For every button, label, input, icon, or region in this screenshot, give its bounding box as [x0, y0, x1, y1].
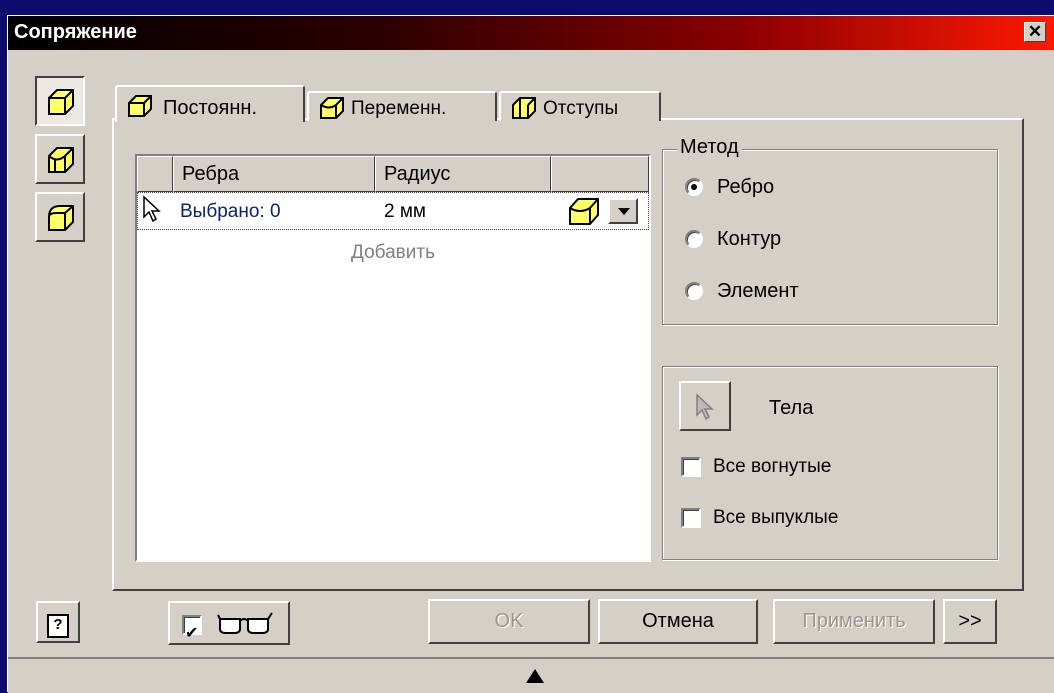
expand-strip[interactable] [8, 657, 1054, 693]
full-round-fillet-mode-button[interactable] [35, 192, 85, 242]
dialog-title: Сопряжение [14, 21, 137, 43]
constant-fillet-icon [128, 95, 152, 117]
method-option-feature-label: Элемент [717, 280, 799, 302]
title-bar[interactable]: Сопряжение ✕ [8, 16, 1054, 50]
close-button[interactable]: ✕ [1024, 22, 1046, 42]
help-button[interactable]: ? [36, 601, 80, 643]
more-options-button[interactable]: >> [943, 599, 997, 644]
face-fillet-mode-button[interactable] [35, 134, 85, 184]
setback-fillet-icon [512, 97, 536, 119]
cursor-arrow-icon [143, 195, 161, 223]
help-icon: ? [47, 614, 69, 638]
tab-setbacks-label: Отступы [543, 98, 619, 119]
all-concave-label: Все вогнутые [713, 456, 832, 477]
table-header-extra [551, 156, 649, 192]
tab-variable[interactable]: Переменн. [307, 91, 497, 121]
select-arrow-icon [696, 393, 714, 421]
radio-edge[interactable] [685, 178, 703, 196]
edges-radius-table[interactable]: Ребра Радиус Выбрано: 0 2 мм Добавить [135, 154, 651, 562]
bodies-label: Тела [769, 397, 814, 419]
expand-up-arrow-icon[interactable] [526, 669, 544, 683]
method-legend: Метод [677, 136, 742, 159]
table-header-edges[interactable]: Ребра [173, 156, 375, 192]
fillet-dialog: Сопряжение ✕ Постоянн. Переменн. Отступы… [7, 15, 1054, 693]
variable-fillet-icon [320, 97, 344, 119]
tab-constant-label: Постоянн. [163, 97, 258, 119]
bodies-group: Тела Все вогнутые Все выпуклые [662, 366, 998, 560]
all-concave-checkbox[interactable] [681, 457, 701, 477]
tab-constant[interactable]: Постоянн. [115, 85, 305, 122]
apply-button[interactable]: Применить [773, 599, 935, 644]
chevron-down-icon [618, 208, 630, 215]
tab-variable-label: Переменн. [351, 98, 447, 119]
radio-contour[interactable] [685, 230, 703, 248]
edges-selected-count[interactable]: Выбрано: 0 [180, 201, 281, 223]
radius-value[interactable]: 2 мм [384, 201, 426, 223]
table-header-select [137, 156, 173, 192]
table-header-radius[interactable]: Радиус [375, 156, 551, 192]
constant-fillet-icon [48, 89, 74, 115]
select-bodies-button[interactable] [679, 381, 731, 431]
shape-dropdown-button[interactable] [608, 198, 638, 224]
glasses-icon [217, 612, 273, 634]
all-convex-checkbox[interactable] [681, 508, 701, 528]
table-row[interactable]: Выбрано: 0 2 мм [137, 192, 649, 230]
fillet-shape-icon[interactable] [568, 196, 602, 226]
method-option-edge-label: Ребро [717, 176, 775, 198]
add-row-placeholder[interactable]: Добавить [137, 242, 649, 264]
all-convex-label: Все выпуклые [713, 507, 839, 528]
method-group: Метод Ребро Контур Элемент [662, 136, 998, 325]
method-option-contour-label: Контур [717, 228, 782, 250]
ok-button[interactable]: OK [428, 599, 590, 644]
full-round-fillet-icon [48, 205, 74, 231]
radio-feature[interactable] [685, 282, 703, 300]
preview-toggle[interactable] [168, 601, 290, 654]
cancel-button[interactable]: Отмена [598, 599, 758, 644]
edge-fillet-mode-button[interactable] [35, 76, 85, 126]
face-fillet-icon [48, 147, 74, 173]
tab-setbacks[interactable]: Отступы [499, 91, 661, 121]
preview-checkbox[interactable] [182, 614, 202, 654]
